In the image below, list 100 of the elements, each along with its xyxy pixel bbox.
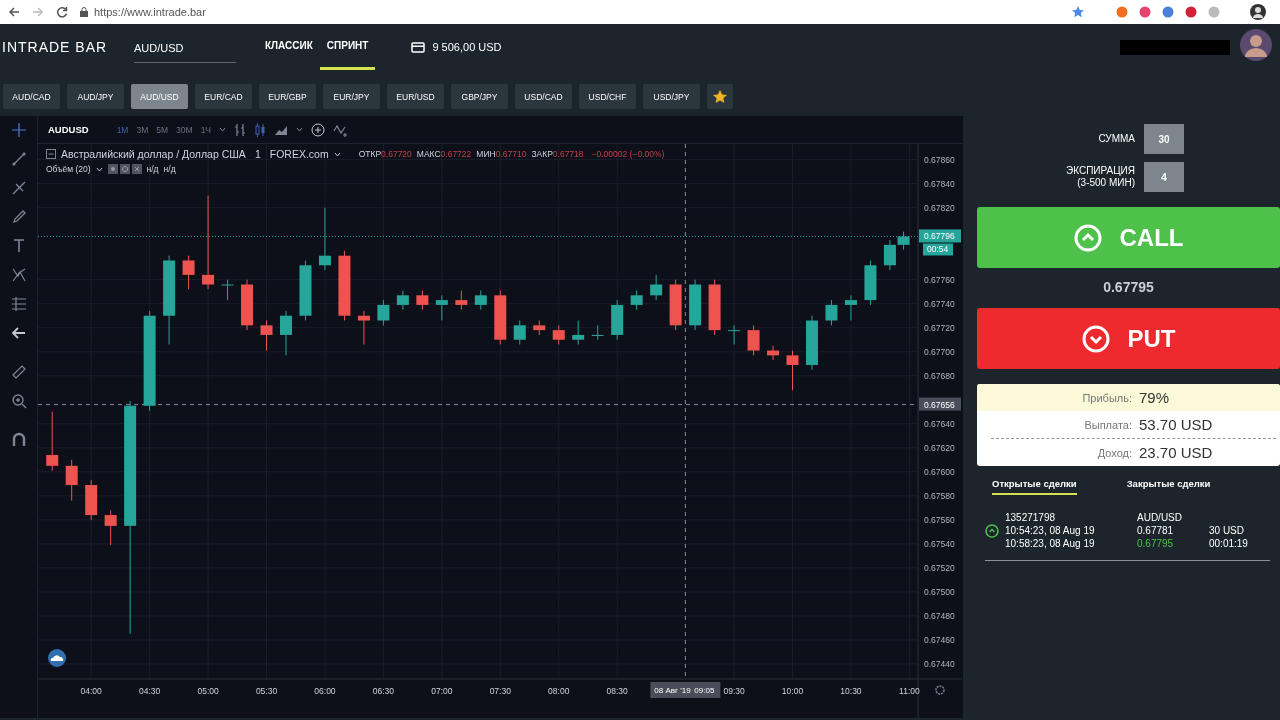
fork-icon[interactable] bbox=[10, 180, 27, 196]
pair-button[interactable]: GBP/JPY bbox=[451, 84, 508, 109]
axis-label: 04:30 bbox=[139, 686, 161, 696]
mode-tab[interactable]: КЛАССИК bbox=[258, 24, 320, 70]
eye-icon[interactable] bbox=[107, 164, 118, 174]
up-chevron-icon bbox=[1073, 223, 1102, 252]
wallet-icon bbox=[411, 41, 426, 53]
collapse-icon[interactable] bbox=[46, 149, 56, 159]
extension-icon[interactable] bbox=[1185, 6, 1197, 18]
interval-tab[interactable]: 30М bbox=[176, 124, 193, 135]
ohlc-value: 0.67720 bbox=[381, 149, 412, 159]
pair-button[interactable]: EUR/CAD bbox=[195, 84, 252, 109]
avatar[interactable] bbox=[1240, 29, 1272, 61]
candle bbox=[669, 279, 682, 331]
back-icon[interactable] bbox=[8, 6, 20, 18]
volume-value: н/д bbox=[146, 164, 159, 174]
brush-icon[interactable] bbox=[10, 209, 27, 225]
candle bbox=[280, 310, 292, 356]
axis-label: 05:30 bbox=[255, 686, 278, 696]
asset-select[interactable]: AUD/USD bbox=[134, 31, 236, 63]
caret-icon[interactable] bbox=[333, 151, 341, 157]
pair-button[interactable]: AUD/JPY bbox=[67, 84, 124, 109]
pair-button[interactable]: AUD/USD bbox=[131, 84, 188, 109]
interval-tab[interactable]: 1Ч bbox=[200, 124, 212, 135]
candle bbox=[806, 315, 818, 371]
axis-label: 0.67640 bbox=[924, 418, 955, 429]
profile-icon[interactable] bbox=[1250, 4, 1266, 20]
axis-label: 0.67480 bbox=[924, 610, 955, 621]
ruler-icon[interactable] bbox=[10, 364, 27, 380]
candle bbox=[728, 324, 741, 346]
axis-label: 05:00 bbox=[197, 686, 219, 696]
ohlc-value: 0.67710 bbox=[495, 149, 527, 159]
candle bbox=[786, 350, 799, 391]
logo[interactable]: INTRADE BAR bbox=[2, 39, 114, 55]
extension-icon[interactable] bbox=[1162, 6, 1174, 18]
candle bbox=[825, 299, 838, 326]
axis-label: 0.67700 bbox=[924, 346, 955, 357]
url-text[interactable]: https://www.intrade.bar bbox=[94, 6, 206, 18]
axis-label: 0.67840 bbox=[924, 178, 955, 189]
trend-line-icon[interactable] bbox=[10, 151, 27, 167]
deal-asset: AUD/USD bbox=[1137, 511, 1183, 524]
candle bbox=[221, 279, 234, 301]
pair-button[interactable]: USD/CAD bbox=[515, 84, 572, 109]
stat-label: Доход: bbox=[1096, 446, 1132, 459]
put-button[interactable]: PUT bbox=[977, 308, 1280, 369]
star-icon[interactable] bbox=[1072, 6, 1084, 18]
mode-tab[interactable]: СПРИНТ bbox=[319, 24, 376, 70]
expiry-label: ЭКСПИРАЦИЯ (3-500 МИН) bbox=[1066, 165, 1135, 189]
down-chevron-icon bbox=[1081, 324, 1110, 353]
pair-button[interactable]: USD/JPY bbox=[643, 84, 700, 109]
change-value: −0.00002 (−0.00%) bbox=[591, 149, 665, 159]
add-indicator-icon[interactable] bbox=[311, 122, 326, 137]
pair-button[interactable]: EUR/USD bbox=[387, 84, 444, 109]
amount-field[interactable]: 30 bbox=[1144, 124, 1184, 154]
fib-lines-icon[interactable] bbox=[10, 296, 27, 312]
candle bbox=[533, 320, 546, 336]
candle bbox=[747, 324, 760, 356]
arrow-left-icon[interactable] bbox=[10, 325, 27, 341]
axis-label: 06:30 bbox=[372, 686, 395, 696]
pair-button[interactable]: AUD/CAD bbox=[3, 84, 60, 109]
extension-icon[interactable] bbox=[1139, 6, 1151, 18]
cloud-icon[interactable] bbox=[48, 649, 66, 667]
crosshair-icon[interactable] bbox=[10, 122, 27, 138]
candle bbox=[299, 260, 312, 321]
caret-icon[interactable] bbox=[95, 166, 103, 172]
caret-icon[interactable] bbox=[296, 127, 304, 132]
symbol-label[interactable]: AUDUSD bbox=[48, 124, 89, 135]
deals-tab[interactable]: Закрытые сделки bbox=[1126, 478, 1211, 495]
pattern-icon[interactable] bbox=[10, 267, 27, 283]
candles-icon[interactable] bbox=[254, 122, 267, 137]
pair-button[interactable]: EUR/JPY bbox=[323, 84, 380, 109]
ohlc-label: МАКС bbox=[416, 149, 441, 159]
caret-icon[interactable] bbox=[219, 127, 227, 132]
close-icon[interactable] bbox=[131, 164, 142, 174]
interval-tab[interactable]: 3М bbox=[136, 124, 149, 135]
axis-label: 09:30 bbox=[723, 686, 745, 696]
stat-label: Прибыль: bbox=[1081, 391, 1132, 404]
amount-label: СУММА bbox=[1098, 133, 1135, 145]
expiry-field[interactable]: 4 bbox=[1144, 162, 1184, 192]
deals-tab[interactable]: Открытые сделки bbox=[992, 478, 1077, 495]
candle bbox=[338, 250, 351, 321]
magnet-icon[interactable] bbox=[10, 432, 27, 448]
zoom-icon[interactable] bbox=[10, 393, 27, 409]
candle bbox=[260, 320, 273, 352]
countdown-tag: 00:54 bbox=[923, 243, 953, 256]
interval-tab[interactable]: 5М bbox=[156, 124, 169, 135]
settings-icon[interactable] bbox=[119, 164, 130, 174]
bars-icon[interactable] bbox=[234, 122, 247, 137]
axis-label: 06:00 bbox=[314, 686, 336, 696]
ohlc-label: ОТКР bbox=[358, 149, 382, 159]
settings-icon[interactable] bbox=[935, 685, 945, 695]
pair-button[interactable]: USD/CHF bbox=[579, 84, 636, 109]
candle bbox=[844, 294, 857, 321]
pair-button[interactable]: EUR/GBP bbox=[259, 84, 316, 109]
extension-icon[interactable] bbox=[1116, 6, 1128, 18]
axis-label: 0.67760 bbox=[924, 274, 955, 285]
reload-icon[interactable] bbox=[56, 6, 68, 18]
axis-label: 0.67720 bbox=[924, 322, 955, 333]
favorites-button[interactable] bbox=[707, 84, 733, 109]
axis-label: 0.67620 bbox=[924, 442, 955, 453]
